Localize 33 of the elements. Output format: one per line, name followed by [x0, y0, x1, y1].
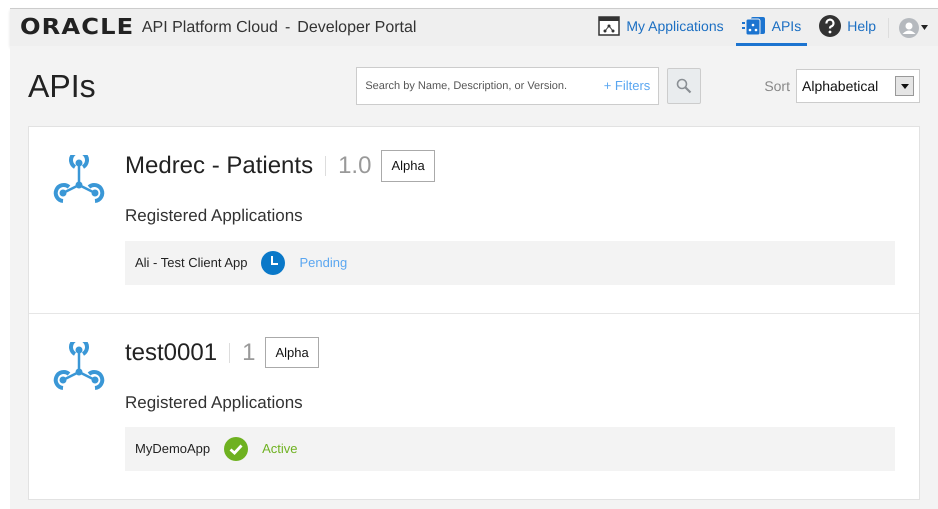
window-icon — [598, 16, 620, 36]
api-version: 1 — [242, 338, 256, 368]
sort-select[interactable]: Alphabetical — [796, 69, 920, 103]
section-title: Registered Applications — [125, 392, 304, 414]
nav-tab[interactable]: Help — [813, 9, 882, 46]
nav-tab[interactable]: My Applications — [592, 9, 730, 46]
check-icon — [224, 437, 248, 461]
clock-icon — [261, 250, 286, 274]
application-status: Pending — [299, 254, 348, 272]
application-name: MyDemoApp — [135, 440, 210, 458]
api-tag: Alpha — [381, 150, 435, 182]
api-version: 1.0 — [338, 151, 372, 181]
application-status: Active — [262, 440, 298, 458]
portal-name: Developer Portal — [297, 18, 416, 38]
application-name: Ali - Test Client App — [135, 254, 248, 272]
title-separator: - — [284, 18, 290, 38]
stacked-pages-icon — [742, 16, 766, 36]
search-button[interactable] — [667, 68, 702, 104]
product-name: API Platform Cloud — [142, 18, 278, 38]
avatar-icon — [899, 18, 919, 38]
filters-link[interactable]: + Filters — [604, 76, 650, 96]
help-icon — [819, 15, 842, 37]
sort-label: Sort — [764, 76, 790, 96]
logo: ORACLE — [20, 14, 134, 42]
page-title: APIs — [28, 67, 96, 106]
caret-icon — [921, 25, 928, 30]
api-tag: Alpha — [265, 336, 319, 368]
api-name: Medrec - Patients — [125, 151, 314, 181]
caret-icon — [900, 84, 908, 88]
search-field[interactable]: Search by Name, Description, or Version. + Filters — [356, 67, 660, 105]
section-title: Registered Applications — [125, 205, 304, 227]
search-icon — [676, 78, 692, 94]
api-name: test0001 — [125, 338, 218, 368]
